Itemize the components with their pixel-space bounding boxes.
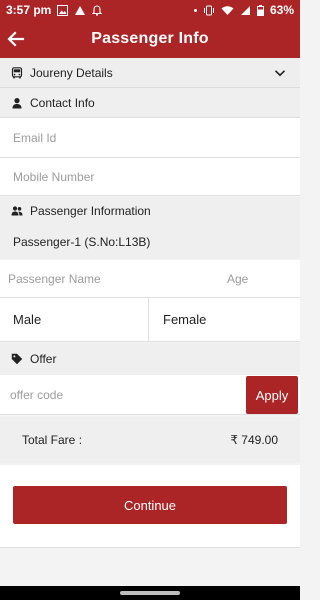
system-nav-bar	[0, 586, 300, 600]
gender-option-male[interactable]: Male	[0, 298, 149, 341]
passenger-age-input[interactable]: Age	[227, 272, 248, 286]
apply-button[interactable]: Apply	[246, 376, 298, 414]
chevron-down-icon[interactable]	[274, 67, 286, 79]
passenger-info-label: Passenger Information	[30, 204, 151, 218]
person-icon	[12, 98, 22, 109]
passenger-title: Passenger-1 (S.No:L13B)	[13, 235, 151, 249]
passenger-title-row: Passenger-1 (S.No:L13B)	[0, 225, 300, 259]
passenger-name-row: Passenger Name Age	[0, 260, 300, 298]
signal-icon	[240, 5, 250, 15]
total-fare-label: Total Fare :	[22, 433, 83, 447]
mobile-field[interactable]: Mobile Number	[0, 158, 300, 196]
tag-icon	[11, 353, 23, 365]
offer-code-placeholder: offer code	[10, 387, 64, 402]
vibrate-icon	[203, 5, 214, 15]
contact-info-label: Contact Info	[30, 95, 95, 110]
page-title: Passenger Info	[91, 30, 209, 47]
total-fare-amount: ₹ 749.00	[230, 433, 278, 447]
status-dot-icon	[193, 8, 197, 12]
offer-header: Offer	[0, 343, 300, 375]
app-notification-icon	[75, 5, 86, 15]
home-gesture-handle[interactable]	[120, 591, 180, 595]
status-time: 3:57 pm	[6, 3, 52, 17]
people-icon	[11, 206, 23, 216]
passenger-info-header: Passenger Information	[0, 197, 300, 225]
offer-label: Offer	[30, 352, 57, 366]
journey-details-header[interactable]: Joureny Details	[0, 58, 300, 88]
battery-icon	[256, 4, 264, 16]
gender-selector: Male Female	[0, 298, 300, 342]
total-fare-row: Total Fare : ₹ 749.00	[0, 417, 300, 463]
bus-icon	[11, 67, 23, 79]
journey-details-label: Joureny Details	[30, 65, 113, 80]
gallery-notification-icon	[57, 4, 69, 16]
bell-icon	[92, 4, 103, 16]
continue-button[interactable]: Continue	[13, 486, 287, 524]
app-bar: Passenger Info	[0, 20, 300, 58]
email-field[interactable]: Email Id	[0, 118, 300, 158]
battery-percent: 63%	[269, 3, 294, 17]
mobile-placeholder: Mobile Number	[13, 169, 95, 184]
back-arrow-icon[interactable]	[6, 29, 26, 49]
wifi-icon	[221, 5, 234, 15]
email-placeholder: Email Id	[13, 130, 57, 145]
gender-option-female[interactable]: Female	[150, 298, 300, 341]
status-bar: 3:57 pm 63%	[0, 0, 300, 20]
passenger-name-input[interactable]: Passenger Name	[8, 272, 101, 286]
continue-container: Continue	[0, 465, 300, 548]
contact-info-header: Contact Info	[0, 88, 300, 118]
